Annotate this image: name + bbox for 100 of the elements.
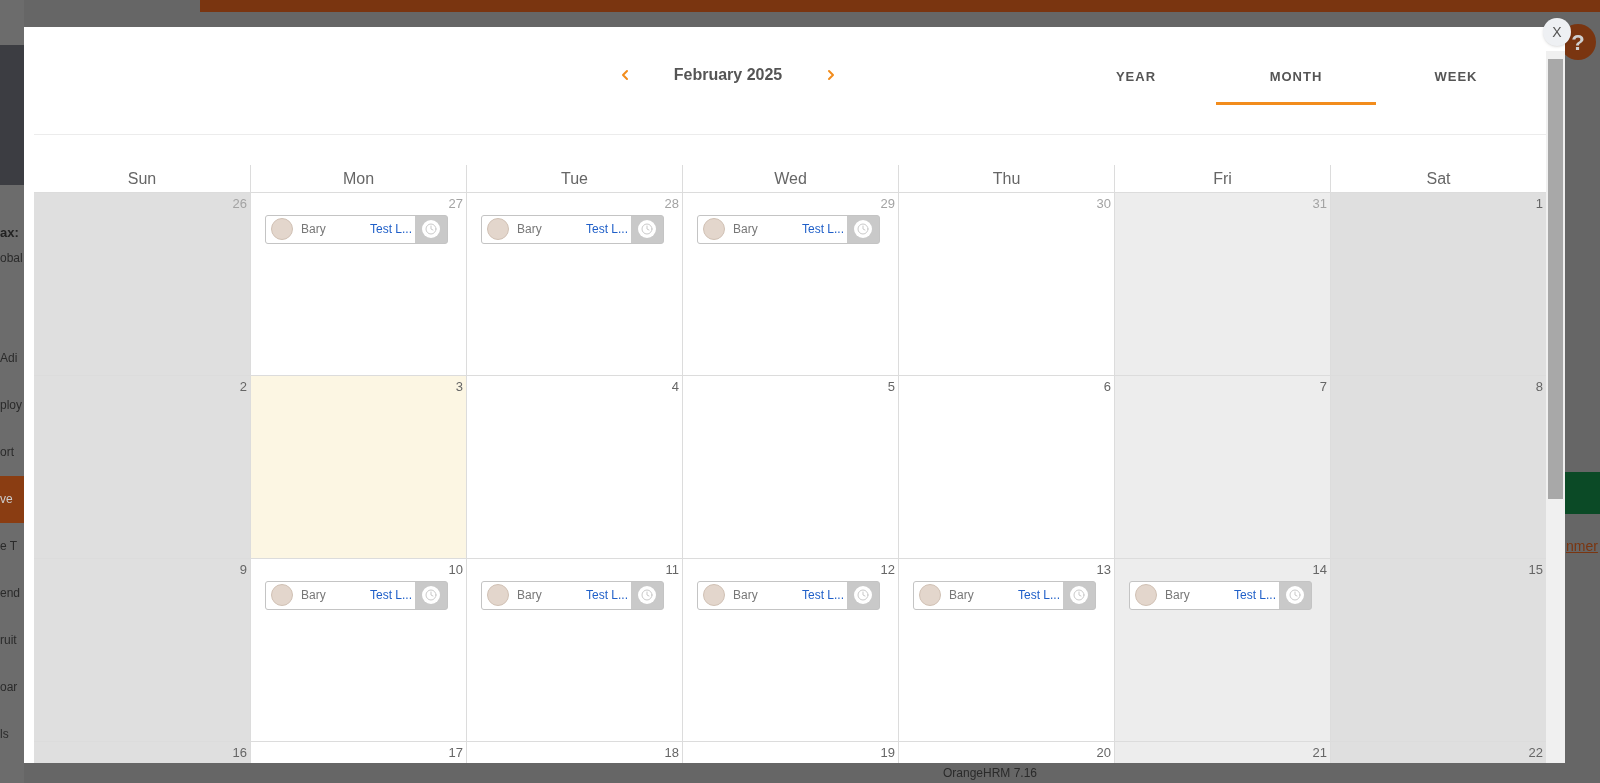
leave-type: Test L...	[585, 221, 628, 238]
day-cell[interactable]: 12 Bary Test L...	[682, 559, 898, 741]
avatar-placeholder	[271, 584, 293, 606]
employee-name: Bary	[301, 587, 326, 604]
weekday-header: Sun	[126, 168, 158, 189]
employee-name: Bary	[517, 221, 542, 238]
leave-type: Test L...	[801, 587, 844, 604]
employee-name: Bary	[949, 587, 974, 604]
day-cell[interactable]: 5	[682, 376, 898, 558]
day-cell[interactable]: 13 Bary Test L...	[898, 559, 1114, 741]
avatar-placeholder	[703, 584, 725, 606]
employee-name: Bary	[733, 221, 758, 238]
leave-event-chip[interactable]: Bary Test L...	[913, 580, 1096, 610]
clock-icon	[1070, 586, 1088, 604]
day-cell[interactable]: 17	[250, 742, 466, 763]
day-number: 3	[455, 378, 464, 396]
day-cell[interactable]: 9	[34, 559, 250, 741]
leave-event-chip[interactable]: Bary Test L...	[697, 214, 880, 244]
day-number: 17	[448, 744, 464, 762]
employee-name: Bary	[1165, 587, 1190, 604]
day-cell[interactable]: 11 Bary Test L...	[466, 559, 682, 741]
weekday-header: Wed	[682, 165, 898, 192]
day-cell[interactable]: 14 Bary Test L...	[1114, 559, 1330, 741]
day-cell[interactable]: 2	[34, 376, 250, 558]
day-cell[interactable]: 10 Bary Test L...	[250, 559, 466, 741]
leave-event-chip[interactable]: Bary Test L...	[265, 580, 448, 610]
day-cell[interactable]: 3	[250, 376, 466, 558]
day-number: 28	[664, 195, 680, 213]
day-number: 15	[1528, 561, 1544, 579]
close-button[interactable]: X	[1543, 18, 1571, 46]
day-number: 6	[1103, 378, 1112, 396]
weekday-header: Thu	[898, 165, 1114, 192]
day-cell[interactable]: 4	[466, 376, 682, 558]
day-number: 21	[1312, 744, 1328, 762]
clock-icon	[422, 220, 440, 238]
day-number: 5	[887, 378, 896, 396]
day-number: 30	[1096, 195, 1112, 213]
day-cell[interactable]: 20	[898, 742, 1114, 763]
clock-icon	[854, 220, 872, 238]
weekday-header: Mon	[250, 165, 466, 192]
employee-name: Bary	[733, 587, 758, 604]
leave-type: Test L...	[369, 221, 412, 238]
employee-name: Bary	[517, 587, 542, 604]
leave-type: Test L...	[369, 587, 412, 604]
day-cell[interactable]: 27 Bary Test L...	[250, 193, 466, 375]
leave-event-chip[interactable]: Bary Test L...	[481, 580, 664, 610]
clock-icon	[1286, 586, 1304, 604]
employee-name: Bary	[301, 221, 326, 238]
day-number: 31	[1312, 195, 1328, 213]
leave-event-chip[interactable]: Bary Test L...	[697, 580, 880, 610]
avatar-placeholder	[919, 584, 941, 606]
scrollbar-thumb[interactable]	[1548, 59, 1563, 499]
profile-subtitle: obal	[0, 249, 24, 267]
day-number: 27	[448, 195, 464, 213]
day-number: 8	[1535, 378, 1544, 396]
day-number: 20	[1096, 744, 1112, 762]
day-number: 12	[880, 561, 896, 579]
day-cell[interactable]: 29 Bary Test L...	[682, 193, 898, 375]
day-number: 2	[239, 378, 248, 396]
day-number: 7	[1319, 378, 1328, 396]
day-number: 29	[880, 195, 896, 213]
leave-event-chip[interactable]: Bary Test L...	[265, 214, 448, 244]
day-cell[interactable]: 1	[1330, 193, 1546, 375]
month-title: February 2025	[673, 65, 783, 85]
day-cell[interactable]: 22	[1330, 742, 1546, 763]
clock-icon	[422, 586, 440, 604]
day-cell[interactable]: 8	[1330, 376, 1546, 558]
day-number: 19	[880, 744, 896, 762]
day-cell[interactable]: 6	[898, 376, 1114, 558]
clock-icon	[638, 220, 656, 238]
weekday-header: Fri	[1114, 165, 1330, 192]
leave-type: Test L...	[801, 221, 844, 238]
view-tab[interactable]: MONTH	[1216, 51, 1376, 105]
view-tab[interactable]: YEAR	[1056, 51, 1216, 105]
day-number: 16	[232, 744, 248, 762]
leave-type: Test L...	[1233, 587, 1276, 604]
day-cell[interactable]: 16	[34, 742, 250, 763]
profile-name: ax:	[0, 224, 20, 242]
day-number: 9	[239, 561, 248, 579]
day-cell[interactable]: 28 Bary Test L...	[466, 193, 682, 375]
avatar-placeholder	[271, 218, 293, 240]
day-number: 13	[1096, 561, 1112, 579]
day-cell[interactable]: 18	[466, 742, 682, 763]
day-number: 26	[232, 195, 248, 213]
day-number: 22	[1528, 744, 1544, 762]
day-cell[interactable]: 19	[682, 742, 898, 763]
leave-event-chip[interactable]: Bary Test L...	[1129, 580, 1312, 610]
day-cell[interactable]: 7	[1114, 376, 1330, 558]
day-number: 4	[671, 378, 680, 396]
scrollbar[interactable]	[1546, 51, 1565, 763]
weekday-header: Tue	[466, 165, 682, 192]
sidebar-item[interactable]: ve	[0, 475, 24, 523]
avatar-placeholder	[703, 218, 725, 240]
leave-event-chip[interactable]: Bary Test L...	[481, 214, 664, 244]
day-cell[interactable]: 21	[1114, 742, 1330, 763]
avatar-placeholder	[487, 218, 509, 240]
day-number: 1	[1535, 195, 1544, 213]
day-number: 14	[1312, 561, 1328, 579]
day-cell[interactable]: 15	[1330, 559, 1546, 741]
view-tab[interactable]: WEEK	[1376, 51, 1536, 105]
